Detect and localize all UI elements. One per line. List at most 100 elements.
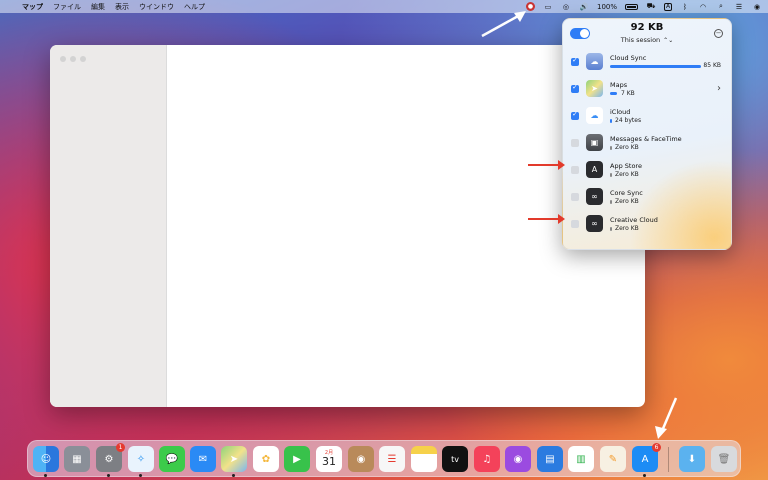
session-label: This session (620, 36, 661, 44)
menu-view[interactable]: 表示 (115, 2, 129, 12)
app-row-maps[interactable]: ➤ Maps 7 KB › (563, 76, 731, 103)
menu-file[interactable]: ファイル (53, 2, 81, 12)
contacts-icon[interactable]: ◉ (348, 446, 374, 472)
creative-cloud-icon: ∞ (586, 215, 603, 232)
calendar-day: 31 (322, 455, 336, 468)
checkbox-app-store[interactable] (571, 166, 579, 174)
menu-window[interactable]: ウインドウ (139, 2, 174, 12)
network-usage-popover: 92 KB This session⌃⌄ − ☁ Cloud Sync 85 K… (562, 18, 732, 250)
app-row-icloud[interactable]: ☁ iCloud 24 bytes (563, 103, 731, 130)
display-icon[interactable]: ▭ (543, 3, 553, 11)
reminders-icon[interactable]: ☰ (379, 446, 405, 472)
icloud-icon: ☁ (586, 107, 603, 124)
usage-bar (610, 92, 617, 95)
maps-icon[interactable]: ➤ (221, 446, 247, 472)
app-store-dock-icon[interactable]: A6 (632, 443, 661, 472)
messages-icon[interactable]: 💬 (159, 446, 185, 472)
keynote-icon[interactable]: ▤ (537, 446, 563, 472)
numbers-icon[interactable]: ▥ (568, 446, 594, 472)
trash-icon[interactable]: 🗑 (711, 446, 737, 472)
wifi-icon[interactable]: ◠ (698, 3, 708, 11)
maps-window (50, 45, 645, 407)
menu-help[interactable]: ヘルプ (184, 2, 205, 12)
notification-badge: 6 (652, 443, 661, 452)
app-name: Core Sync (610, 189, 643, 197)
menu-app-name[interactable]: マップ (22, 2, 43, 12)
podcasts-icon[interactable]: ◉ (505, 446, 531, 472)
usage-bar (610, 227, 612, 231)
annotation-arrow-dock (655, 397, 678, 439)
app-row-creative-cloud[interactable]: ∞ Creative Cloud Zero KB (563, 211, 731, 238)
downloads-folder-icon[interactable]: ⬇ (679, 446, 705, 472)
app-usage: 85 KB (703, 62, 721, 69)
minimize-window-button[interactable] (70, 56, 76, 62)
checkbox-messages-facetime[interactable] (571, 139, 579, 147)
pages-icon[interactable]: ✎ (600, 446, 626, 472)
network-monitor-icon[interactable]: ⛟ (646, 2, 656, 11)
music-icon[interactable]: ♫ (474, 446, 500, 472)
popover-header: 92 KB This session ⌃⌄ − (563, 19, 731, 49)
photos-icon[interactable]: ✿ (253, 446, 279, 472)
app-row-core-sync[interactable]: ∞ Core Sync Zero KB (563, 184, 731, 211)
app-name: App Store (610, 162, 642, 170)
system-preferences-icon[interactable]: ⚙ 1 (96, 443, 125, 472)
battery-icon[interactable] (625, 3, 638, 10)
annotation-arrow-app-store (528, 160, 565, 170)
app-name: Messages & FaceTime (610, 135, 682, 143)
checkbox-cloud-sync[interactable] (571, 56, 579, 66)
app-usage: Zero KB (615, 198, 639, 205)
cloud-sync-icon: ☁ (586, 53, 603, 70)
bluetooth-icon[interactable]: ᛒ (680, 3, 690, 11)
menu-edit[interactable]: 編集 (91, 2, 105, 12)
total-usage: 92 KB (630, 22, 664, 33)
checkbox-maps[interactable] (571, 83, 579, 93)
session-selector[interactable]: This session ⌃⌄ (563, 36, 731, 44)
window-controls (60, 56, 86, 62)
checkbox-core-sync[interactable] (571, 193, 579, 201)
app-row-app-store[interactable]: A App Store Zero KB (563, 157, 731, 184)
running-indicator (44, 474, 47, 477)
maps-icon: ➤ (586, 80, 603, 97)
core-sync-icon: ∞ (586, 188, 603, 205)
battery-percent: 100% (596, 2, 617, 11)
zoom-window-button[interactable] (80, 56, 86, 62)
running-indicator (643, 474, 646, 477)
usage-bar (610, 119, 612, 123)
maps-chevron-icon[interactable]: › (717, 83, 721, 94)
control-center-icon[interactable]: ☰ (734, 3, 744, 11)
checkbox-creative-cloud[interactable] (571, 220, 579, 228)
dock: ☺ ▦ ⚙ 1 ✧ 💬 ✉ ➤ ✿ ▶ 2月 31 ◉ ☰ tv ♫ ◉ ▤ ▥ … (27, 440, 741, 477)
volume-icon[interactable]: 🔊 (579, 3, 589, 11)
keyboard-input-icon[interactable]: A (664, 2, 672, 11)
finder-icon[interactable]: ☺ (33, 446, 59, 472)
window-sidebar (50, 45, 167, 407)
mail-icon[interactable]: ✉ (190, 446, 216, 472)
apple-tv-icon[interactable]: tv (442, 446, 468, 472)
safari-icon[interactable]: ✧ (128, 446, 154, 472)
notes-icon[interactable] (411, 446, 437, 472)
app-row-cloud-sync[interactable]: ☁ Cloud Sync 85 KB (563, 49, 731, 76)
search-icon[interactable]: ⌕ (716, 2, 726, 11)
usage-bar (610, 146, 612, 150)
calendar-icon[interactable]: 2月 31 (316, 446, 342, 472)
running-indicator (139, 474, 142, 477)
menu-bar: マップ ファイル 編集 表示 ウインドウ ヘルプ ● ▭ ◎ 🔊 100% ⛟ … (0, 0, 768, 13)
running-indicator (107, 474, 110, 477)
app-row-messages-facetime[interactable]: ▣ Messages & FaceTime Zero KB (563, 130, 731, 157)
popover-collapse-button[interactable]: − (714, 29, 723, 38)
running-indicator (232, 474, 235, 477)
session-chevron-icon: ⌃⌄ (663, 37, 674, 44)
usage-bar (610, 65, 701, 68)
airdrop-icon[interactable]: ◎ (561, 3, 571, 11)
app-name: Creative Cloud (610, 216, 658, 224)
app-usage: Zero KB (615, 225, 639, 232)
app-name: Cloud Sync (610, 54, 647, 62)
app-name: Maps (610, 81, 628, 89)
close-window-button[interactable] (60, 56, 66, 62)
messages-facetime-icon: ▣ (586, 134, 603, 151)
facetime-icon[interactable]: ▶ (284, 446, 310, 472)
siri-icon[interactable]: ◉ (752, 3, 762, 11)
annotation-arrow-creative-cloud (528, 214, 565, 224)
checkbox-icloud[interactable] (571, 110, 579, 120)
launchpad-icon[interactable]: ▦ (64, 446, 90, 472)
